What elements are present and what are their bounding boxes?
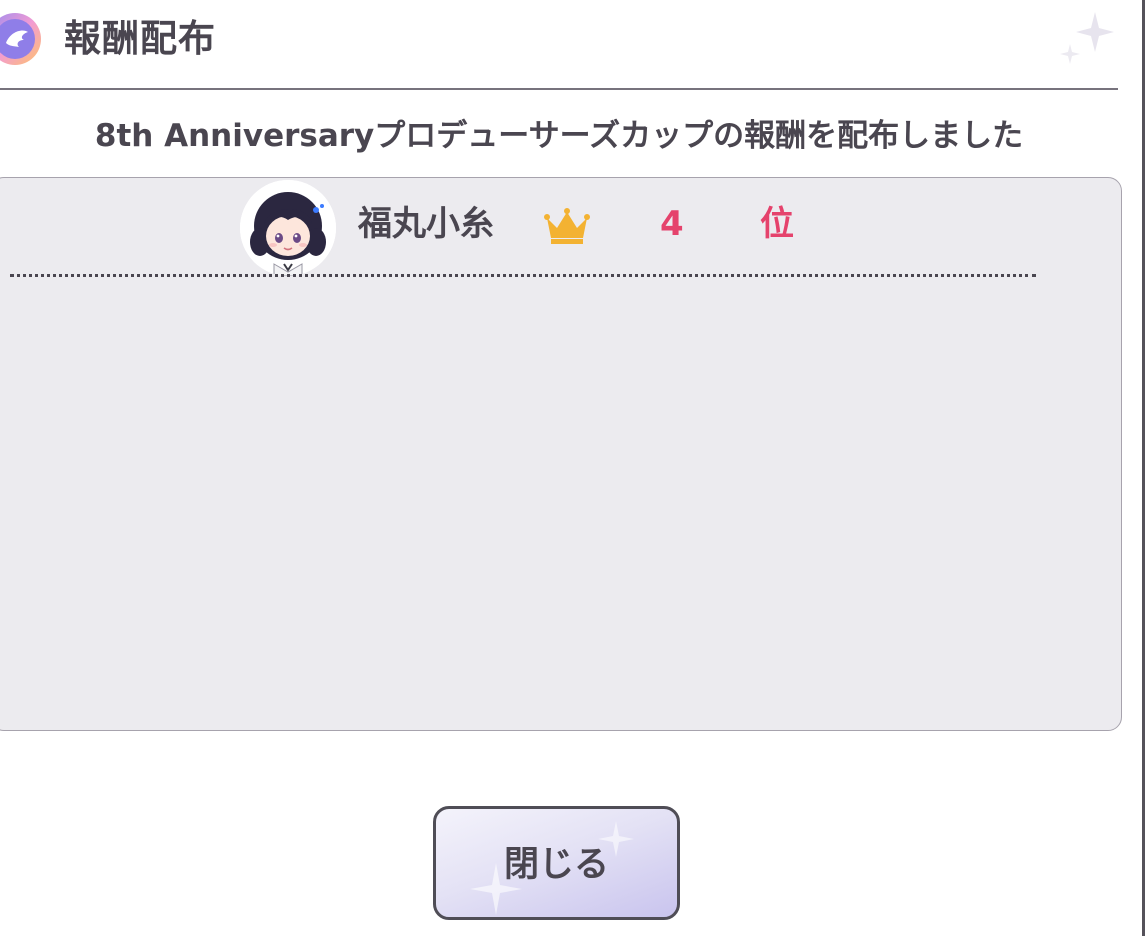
reward-distribution-dialog: 報酬配布 8th Anniversaryプロデューサーズカップの報酬を配布しまし… <box>0 0 1145 936</box>
sparkle-icon <box>1060 12 1114 64</box>
reward-panel <box>0 177 1122 731</box>
idol-name: 福丸小糸 <box>358 204 494 244</box>
close-button-label: 閉じる <box>503 845 609 885</box>
dotted-divider <box>10 274 1036 277</box>
crown-icon <box>544 208 590 244</box>
header-divider <box>0 88 1118 90</box>
rank-suffix: 位 <box>760 204 794 244</box>
idol-avatar-icon <box>240 180 336 276</box>
distribution-message: 8th Anniversaryプロデューサーズカップの報酬を配布しました <box>94 118 1024 154</box>
close-button[interactable]: 閉じる <box>433 806 680 920</box>
rank-number: 4 <box>660 204 684 244</box>
dialog-title: 報酬配布 <box>64 17 216 60</box>
angel-wing-badge-icon <box>0 13 41 65</box>
dialog-header: 報酬配布 <box>0 0 1118 88</box>
